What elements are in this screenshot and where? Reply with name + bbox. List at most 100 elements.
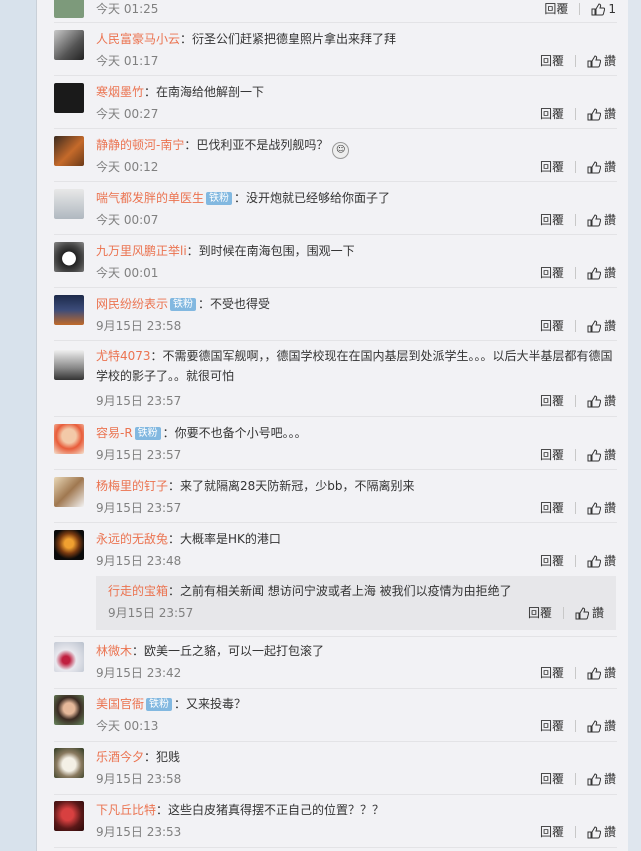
reply-button[interactable]: 回覆 <box>540 664 564 682</box>
divider <box>574 320 576 332</box>
avatar[interactable] <box>54 30 84 60</box>
username-link[interactable]: 网民纷纷表示 <box>96 297 168 311</box>
avatar[interactable] <box>54 136 84 166</box>
avatar[interactable] <box>54 801 84 831</box>
thumbs-up-icon[interactable] <box>587 666 601 680</box>
like-button[interactable]: 讚 <box>604 105 616 123</box>
reply-button[interactable]: 回覆 <box>540 392 564 410</box>
like-button[interactable]: 讚 <box>604 264 616 282</box>
comment-time: 9月15日 23:42 <box>96 666 182 680</box>
username-link[interactable]: 人民富豪马小云 <box>96 32 180 46</box>
like-button[interactable]: 讚 <box>604 552 616 570</box>
username-link[interactable]: 杨梅里的钉子 <box>96 479 168 493</box>
username-link[interactable]: 美国官衙 <box>96 697 144 711</box>
divider <box>574 395 576 407</box>
comment-meta: 9月15日 23:57 回覆 讚 <box>96 499 616 517</box>
thumbs-up-icon[interactable] <box>587 825 601 839</box>
avatar[interactable] <box>54 424 84 454</box>
reply-button[interactable]: 回覆 <box>540 105 564 123</box>
avatar[interactable] <box>54 189 84 219</box>
reply-button[interactable]: 回覆 <box>540 158 564 176</box>
like-button[interactable]: 讚 <box>604 211 616 229</box>
divider <box>574 773 576 785</box>
username-link[interactable]: 尤特4073 <box>96 349 151 363</box>
like-button[interactable]: 讚 <box>604 392 616 410</box>
thumbs-up-icon[interactable] <box>587 213 601 227</box>
avatar[interactable] <box>54 477 84 507</box>
scrollbar-track[interactable] <box>628 0 641 851</box>
fan-badge: 铁粉 <box>170 298 197 311</box>
username-link[interactable]: 容易-R <box>96 426 133 440</box>
avatar[interactable] <box>54 748 84 778</box>
comment-meta: 今天 00:01 回覆 讚 <box>96 264 616 282</box>
thumbs-up-icon[interactable] <box>587 319 601 333</box>
like-button[interactable]: 讚 <box>604 446 616 464</box>
username-link[interactable]: 九万里风鹏正举li <box>96 244 187 258</box>
comment-body: 尤特4073：不需要德国军舰啊，，德国学校现在在国内基层到处派学生。。。以后大半… <box>96 346 616 386</box>
avatar[interactable] <box>54 530 84 560</box>
comment-text: ：不受也得受 <box>198 297 271 311</box>
avatar[interactable] <box>54 83 84 113</box>
thumbs-up-icon[interactable] <box>587 448 601 462</box>
like-button[interactable]: 讚 <box>604 823 616 841</box>
like-button[interactable]: 讚 <box>604 499 616 517</box>
reply-button[interactable]: 回覆 <box>540 446 564 464</box>
like-button[interactable]: 讚 <box>604 664 616 682</box>
reply-button[interactable]: 回覆 <box>540 499 564 517</box>
comment-time: 9月15日 23:53 <box>96 825 182 839</box>
thumbs-up-icon[interactable] <box>575 606 589 620</box>
username-link[interactable]: 林微木 <box>96 644 132 658</box>
username-link[interactable]: 乐酒今夕 <box>96 750 144 764</box>
thumbs-up-icon[interactable] <box>587 719 601 733</box>
thumbs-up-icon[interactable] <box>587 501 601 515</box>
thumbs-up-icon[interactable] <box>587 554 601 568</box>
divider <box>54 794 617 795</box>
avatar[interactable] <box>54 295 84 325</box>
avatar[interactable] <box>54 642 84 672</box>
divider <box>54 688 617 689</box>
username-link[interactable]: 下凡丘比特 <box>96 803 156 817</box>
comment-actions: 回覆 讚 <box>540 770 616 788</box>
thumbs-up-icon[interactable] <box>587 107 601 121</box>
thumbs-up-icon[interactable] <box>591 2 606 16</box>
reply-button[interactable]: 回覆 <box>528 604 552 622</box>
avatar[interactable] <box>54 0 84 18</box>
reply-button[interactable]: 回覆 <box>540 717 564 735</box>
avatar[interactable] <box>54 350 84 380</box>
comment-meta: 9月15日 23:57 回覆 讚 <box>96 446 616 464</box>
username-link[interactable]: 喘气都发胖的单医生 <box>96 191 204 205</box>
divider <box>54 847 617 848</box>
reply-button[interactable]: 回覆 <box>540 264 564 282</box>
comment-item: 下凡丘比特：这些白皮猪真得摆不正自己的位置？？？ 9月15日 23:53 回覆 … <box>54 801 616 841</box>
reply-button[interactable]: 回覆 <box>540 823 564 841</box>
like-button[interactable]: 讚 <box>592 604 604 622</box>
reply-button[interactable]: 回覆 <box>540 317 564 335</box>
thumbs-up-icon[interactable] <box>587 160 601 174</box>
reply-button[interactable]: 回覆 <box>540 211 564 229</box>
comment-item: 美国官衙 铁粉 ：又来投毒？ 今天 00:13 回覆 讚 <box>54 695 616 735</box>
like-button[interactable]: 讚 <box>604 52 616 70</box>
comment-actions: 回覆 讚 <box>540 552 616 570</box>
comment-time: 9月15日 23:57 <box>96 448 182 462</box>
username-link[interactable]: 静静的顿河-南宁 <box>96 138 184 152</box>
reply-button[interactable]: 回覆 <box>540 552 564 570</box>
avatar[interactable] <box>54 242 84 272</box>
reply-button[interactable]: 回覆 <box>540 770 564 788</box>
reply-button[interactable]: 回覆 <box>544 0 568 18</box>
like-button[interactable]: 讚 <box>604 717 616 735</box>
thumbs-up-icon[interactable] <box>587 266 601 280</box>
like-button[interactable]: 讚 <box>604 158 616 176</box>
username-link[interactable]: 行走的宝箱 <box>108 584 168 598</box>
like-button[interactable]: 讚 <box>604 770 616 788</box>
username-link[interactable]: 寒烟墨竹 <box>96 85 144 99</box>
avatar[interactable] <box>54 695 84 725</box>
like-button[interactable]: 讚 <box>604 317 616 335</box>
comment-text: ：不需要德国军舰啊，，德国学校现在在国内基层到处派学生。。。以后大半基层都有德国… <box>96 349 613 383</box>
thumbs-up-icon[interactable] <box>587 394 601 408</box>
username-link[interactable]: 永远的无敌兔 <box>96 532 168 546</box>
comment-meta: 9月15日 23:58 回覆 讚 <box>96 770 616 788</box>
reply-button[interactable]: 回覆 <box>540 52 564 70</box>
thumbs-up-icon[interactable] <box>587 772 601 786</box>
divider <box>574 826 576 838</box>
thumbs-up-icon[interactable] <box>587 54 601 68</box>
